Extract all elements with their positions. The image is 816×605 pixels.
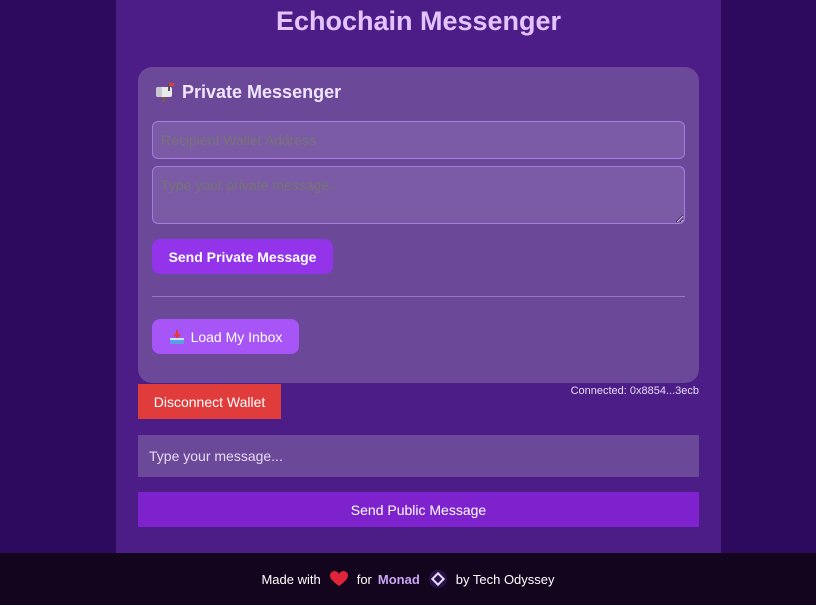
- inbox-tray-icon: [169, 329, 184, 344]
- disconnect-wallet-button[interactable]: Disconnect Wallet: [138, 384, 281, 419]
- footer-for: for: [356, 571, 372, 587]
- connected-status: Connected: 0x8854...3ecb: [570, 385, 699, 397]
- app-title: Echochain Messenger: [275, 6, 562, 36]
- footer-by: by Tech Odyssey: [455, 571, 555, 587]
- footer-brand-link[interactable]: Monad: [378, 572, 420, 587]
- public-message-input[interactable]: Type your message...: [138, 435, 699, 477]
- send-private-message-button[interactable]: Send Private Message: [152, 239, 333, 274]
- recipient-address-input[interactable]: [152, 121, 685, 159]
- mailbox-icon: [156, 83, 174, 102]
- private-message-textarea[interactable]: [152, 166, 685, 224]
- footer: Made with for Monad by Tech Odyssey: [0, 553, 816, 605]
- card-divider: [152, 296, 685, 297]
- card-title-label: Private Messenger: [182, 81, 342, 102]
- monad-logo-icon: [428, 570, 447, 588]
- private-messenger-card: Private Messenger Send Private Message L…: [138, 67, 699, 383]
- send-public-message-button[interactable]: Send Public Message: [138, 492, 699, 527]
- footer-made-with: Made with: [261, 571, 321, 587]
- load-inbox-button[interactable]: Load My Inbox: [152, 319, 299, 354]
- load-inbox-label: Load My Inbox: [190, 328, 283, 345]
- card-title: Private Messenger: [154, 81, 341, 103]
- heart-icon: [329, 571, 348, 586]
